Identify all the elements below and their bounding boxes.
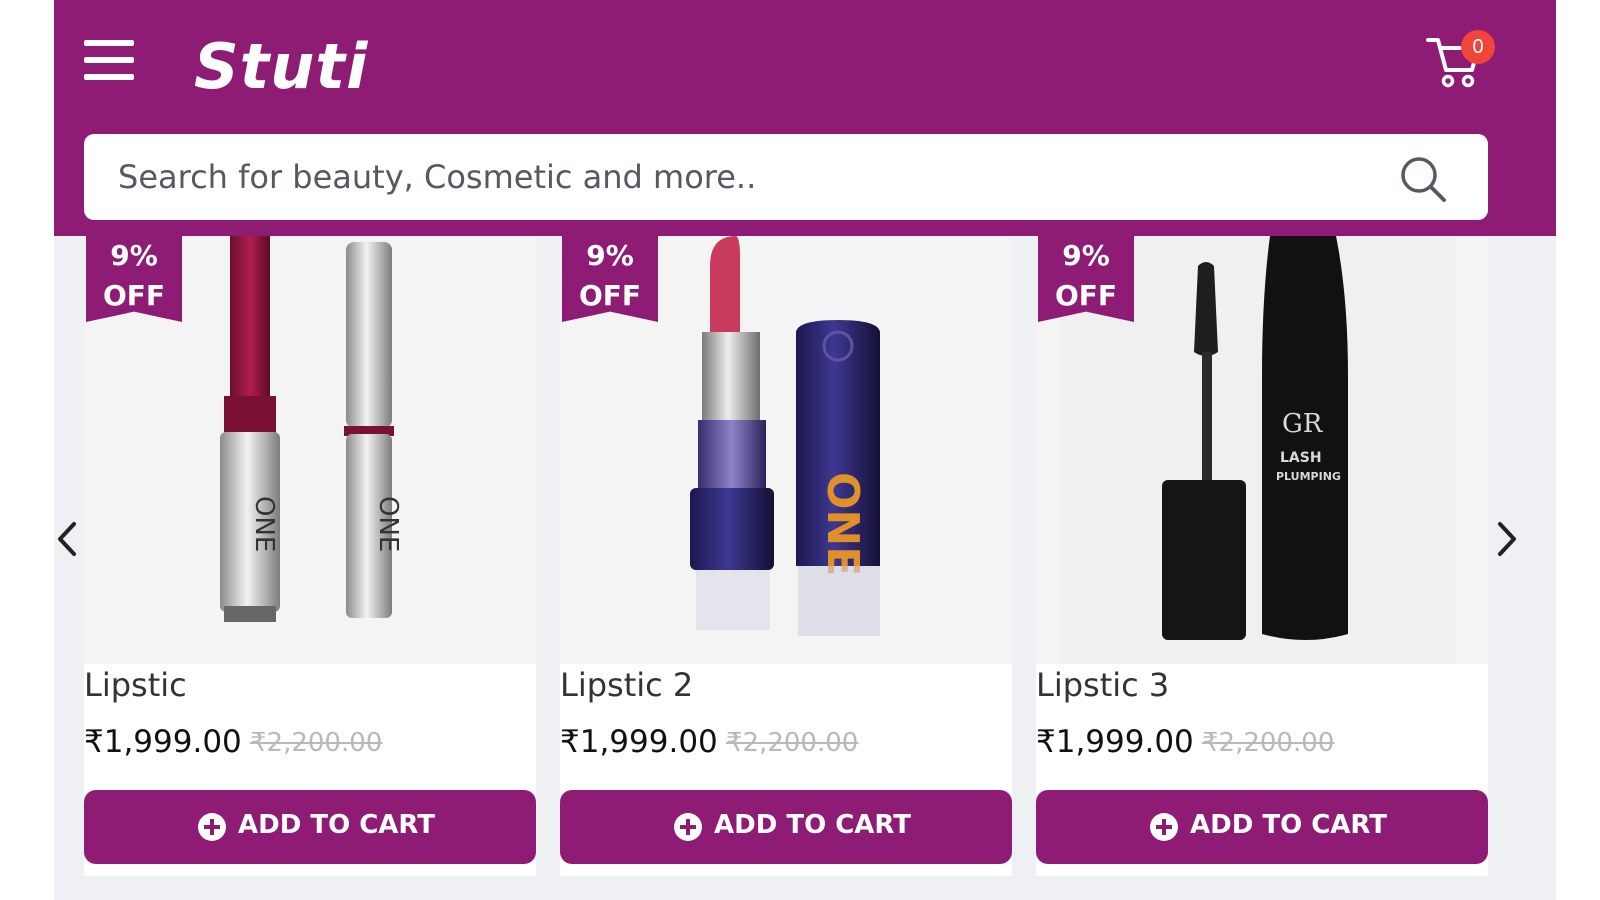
brand-logo[interactable]: Stuti — [194, 30, 368, 103]
product-original-price: ₹2,200.00 — [250, 728, 383, 758]
add-to-cart-label: ADD TO CART — [238, 810, 436, 840]
product-card[interactable]: GR LASH PLUMPING 9% OFF Lipstic 3 ₹1,999… — [1036, 236, 1488, 876]
chevron-left-icon[interactable] — [54, 514, 84, 564]
add-to-cart-button[interactable]: ADD TO CART — [560, 790, 1012, 864]
svg-text:ONE: ONE — [249, 496, 279, 552]
cart-count-badge: 0 — [1461, 30, 1495, 64]
product-image[interactable]: ONE ONE 9% OFF — [84, 236, 536, 664]
svg-text:ONE: ONE — [817, 472, 868, 576]
product-price: ₹1,999.00 — [84, 724, 242, 760]
add-to-cart-label: ADD TO CART — [714, 810, 912, 840]
discount-ribbon: 9% OFF — [562, 236, 658, 322]
svg-text:GR: GR — [1282, 409, 1324, 439]
search-input[interactable] — [118, 134, 1378, 220]
plus-circle-icon — [198, 813, 226, 841]
product-name[interactable]: Lipstic 3 — [1036, 666, 1169, 704]
discount-ribbon: 9% OFF — [1038, 236, 1134, 322]
svg-text:ONE: ONE — [373, 496, 403, 552]
product-image[interactable]: ONE 9% OFF — [560, 236, 1012, 664]
product-price: ₹1,999.00 — [1036, 724, 1194, 760]
chevron-right-icon[interactable] — [1490, 514, 1520, 564]
product-original-price: ₹2,200.00 — [1202, 728, 1335, 758]
add-to-cart-button[interactable]: ADD TO CART — [84, 790, 536, 864]
product-name[interactable]: Lipstic — [84, 666, 187, 704]
product-image[interactable]: GR LASH PLUMPING 9% OFF — [1036, 236, 1488, 664]
product-card[interactable]: ONE 9% OFF Lipstic 2 ₹1,999.00 ₹2,200.00… — [560, 236, 1012, 876]
product-card[interactable]: ONE ONE 9% OFF Lipstic ₹1,999.00 ₹2,200.… — [84, 236, 536, 876]
svg-text:PLUMPING: PLUMPING — [1276, 470, 1341, 483]
product-original-price: ₹2,200.00 — [726, 728, 859, 758]
app-container: Stuti 0 Search for beauty, Cosmetic and … — [54, 0, 1556, 900]
svg-text:LASH: LASH — [1280, 450, 1322, 466]
header-bar: Stuti 0 — [54, 0, 1556, 236]
add-to-cart-button[interactable]: ADD TO CART — [1036, 790, 1488, 864]
search-bar — [84, 134, 1488, 220]
product-price: ₹1,999.00 — [560, 724, 718, 760]
hamburger-menu-icon[interactable] — [84, 40, 134, 80]
cart-button[interactable]: 0 — [1426, 30, 1502, 92]
search-icon[interactable] — [1398, 154, 1448, 204]
discount-ribbon: 9% OFF — [86, 236, 182, 322]
plus-circle-icon — [1150, 813, 1178, 841]
plus-circle-icon — [674, 813, 702, 841]
product-name[interactable]: Lipstic 2 — [560, 666, 693, 704]
add-to-cart-label: ADD TO CART — [1190, 810, 1388, 840]
